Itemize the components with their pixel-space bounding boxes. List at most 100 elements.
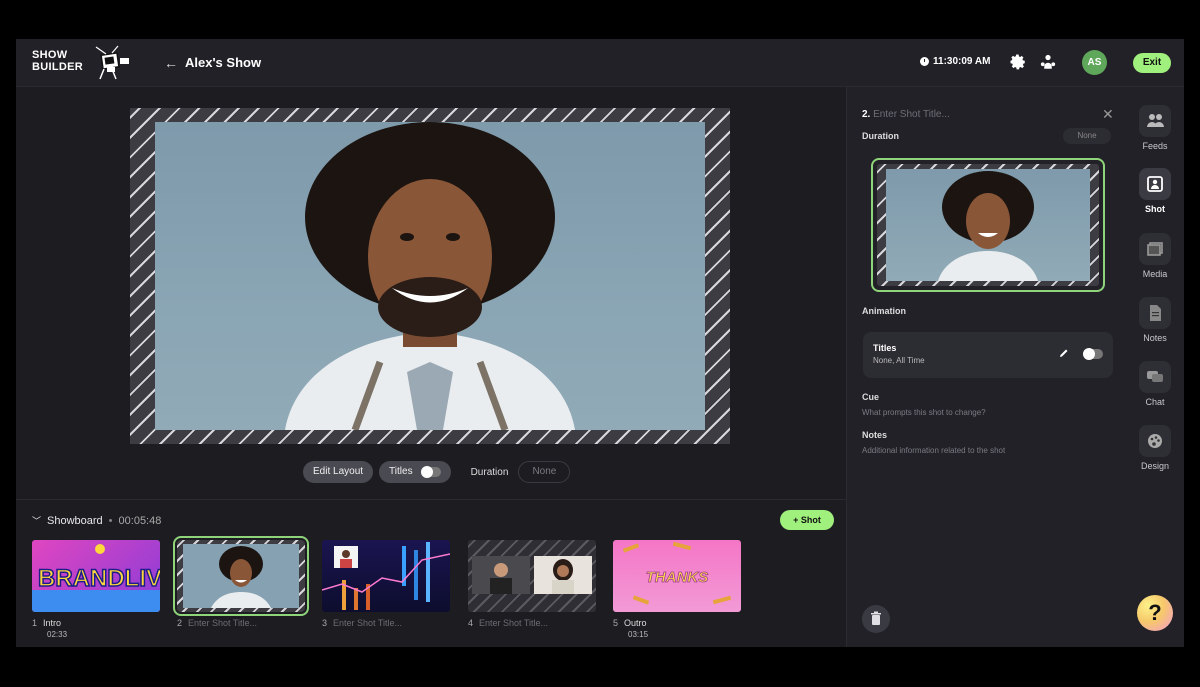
show-title: Alex's Show: [185, 55, 262, 70]
preview-presenter-image: [938, 171, 1038, 281]
shot-caption-3: 3 Enter Shot Title...: [322, 618, 402, 628]
app-logo[interactable]: SHOW BUILDER: [32, 49, 83, 73]
titles-toggle-pill[interactable]: Titles: [379, 461, 451, 483]
titles-toggle-label: Titles: [389, 466, 413, 477]
rail-label-feeds: Feeds: [1142, 141, 1168, 151]
cue-input[interactable]: What prompts this shot to change?: [862, 408, 986, 417]
shot-caption-1: 1 Intro 02:33: [32, 618, 67, 639]
showboard-label: Showboard: [47, 514, 103, 527]
notes-input[interactable]: Additional information related to the sh…: [862, 446, 1005, 455]
panel-duration-input[interactable]: None: [1063, 128, 1111, 144]
titles-animation-card[interactable]: Titles None, All Time: [863, 332, 1113, 378]
shot-card-4[interactable]: [468, 540, 596, 612]
pencil-icon[interactable]: [1058, 347, 1070, 359]
brandlive-thumbnail: BRANDLIVE: [32, 544, 160, 612]
shot-card-intro[interactable]: BRANDLIVE: [32, 540, 160, 612]
duration-input[interactable]: None: [518, 461, 571, 483]
clock-icon: [920, 57, 929, 66]
notes-label: Notes: [862, 430, 888, 440]
stage-controls: Edit Layout Titles Duration None: [303, 461, 571, 483]
shot-caption-5: 5 Outro 03:15: [613, 618, 648, 639]
shot-number-1: 1: [32, 618, 38, 628]
shot-title-input-3[interactable]: Enter Shot Title...: [333, 618, 402, 628]
shot-duration-5: 03:15: [628, 630, 649, 639]
avatar[interactable]: AS: [1082, 50, 1107, 75]
showboard-header[interactable]: ﹀ Showboard • 00:05:48: [32, 514, 161, 527]
edit-layout-button[interactable]: Edit Layout: [303, 461, 374, 483]
shot-title-input-4[interactable]: Enter Shot Title...: [479, 618, 548, 628]
panel-shot-number: 2.: [862, 109, 871, 120]
top-bar: SHOW BUILDER ← Alex's Show 11:30:09 AM A…: [16, 39, 1184, 87]
shot-icon: [1139, 168, 1171, 200]
shot-3-thumbnail: [322, 542, 450, 610]
showboard: ﹀ Showboard • 00:05:48 + Shot BRANDLIVE …: [16, 499, 846, 647]
animation-label: Animation: [862, 306, 906, 316]
right-rail: Feeds Shot Media Notes Chat Design: [1126, 87, 1184, 647]
presenter-image: [285, 122, 575, 430]
add-shot-button[interactable]: + Shot: [780, 510, 834, 530]
bullet-separator: •: [108, 514, 113, 527]
rail-item-feeds[interactable]: Feeds: [1126, 105, 1184, 151]
rail-label-media: Media: [1142, 269, 1168, 279]
gear-icon[interactable]: [1009, 53, 1027, 71]
stage-area: Edit Layout Titles Duration None: [16, 87, 846, 499]
shot-card-2[interactable]: [173, 536, 309, 616]
people-icon[interactable]: [1039, 53, 1057, 71]
rail-item-chat[interactable]: Chat: [1126, 361, 1184, 407]
titles-card-subtitle: None, All Time: [873, 356, 925, 365]
tv-mascot-icon: [95, 45, 129, 80]
shot-number-5: 5: [613, 618, 619, 628]
shot-1-card-text: BRANDLIVE: [38, 565, 160, 592]
chat-icon: [1139, 361, 1171, 393]
rail-label-design: Design: [1140, 461, 1169, 471]
cue-label: Cue: [862, 392, 880, 402]
shot-4-thumbnail: [472, 556, 592, 594]
panel-shot-title-input[interactable]: Enter Shot Title...: [873, 109, 950, 120]
rail-label-shot: Shot: [1145, 204, 1165, 214]
shot-duration-1: 02:33: [47, 630, 68, 639]
people-icon: [1139, 105, 1171, 137]
shot-5-card-text: THANKS: [646, 569, 709, 586]
shot-card-outro[interactable]: THANKS: [613, 540, 741, 612]
shot-settings-panel: 2. Enter Shot Title... ✕ Duration None A…: [846, 87, 1126, 647]
chevron-down-icon[interactable]: ﹀: [32, 514, 41, 527]
rail-label-notes: Notes: [1143, 333, 1167, 343]
logo-line-2: BUILDER: [32, 61, 83, 73]
rail-item-shot[interactable]: Shot: [1126, 168, 1184, 214]
delete-shot-button[interactable]: [862, 605, 890, 633]
shot-preview[interactable]: [871, 158, 1105, 292]
shot-number-3: 3: [322, 618, 328, 628]
shot-caption-2: 2 Enter Shot Title...: [177, 618, 257, 628]
showboard-total-time: 00:05:48: [118, 514, 162, 527]
camera-feed[interactable]: [155, 122, 705, 430]
rail-item-notes[interactable]: Notes: [1126, 297, 1184, 343]
panel-shot-title[interactable]: 2. Enter Shot Title...: [862, 109, 950, 120]
panel-duration-label: Duration: [862, 131, 899, 141]
titles-card-title: Titles: [873, 343, 897, 353]
shot-2-thumbnail: [183, 544, 299, 608]
shot-title-1[interactable]: Intro: [43, 618, 61, 628]
back-arrow-icon[interactable]: ←: [164, 55, 178, 71]
exit-button[interactable]: Exit: [1133, 53, 1171, 73]
titles-toggle[interactable]: [420, 466, 441, 478]
palette-icon: [1139, 425, 1171, 457]
notes-icon: [1139, 297, 1171, 329]
shot-card-3[interactable]: [322, 540, 450, 612]
clock: 11:30:09 AM: [920, 56, 990, 67]
logo-line-1: SHOW: [32, 49, 68, 61]
media-icon: [1139, 233, 1171, 265]
shot-title-5[interactable]: Outro: [624, 618, 647, 628]
help-button[interactable]: ?: [1137, 595, 1173, 631]
close-icon[interactable]: ✕: [1102, 106, 1114, 123]
duration-label: Duration: [470, 466, 509, 478]
rail-item-design[interactable]: Design: [1126, 425, 1184, 471]
layout-frame: [130, 108, 730, 444]
trash-icon: [871, 611, 881, 625]
rail-item-media[interactable]: Media: [1126, 233, 1184, 279]
shot-number-2: 2: [177, 618, 183, 628]
preview-photo: [886, 169, 1090, 281]
titles-animation-toggle[interactable]: [1083, 348, 1103, 360]
shot-title-input-2[interactable]: Enter Shot Title...: [188, 618, 257, 628]
rail-label-chat: Chat: [1145, 397, 1165, 407]
show-builder-app: SHOW BUILDER ← Alex's Show 11:30:09 AM A…: [16, 39, 1184, 647]
